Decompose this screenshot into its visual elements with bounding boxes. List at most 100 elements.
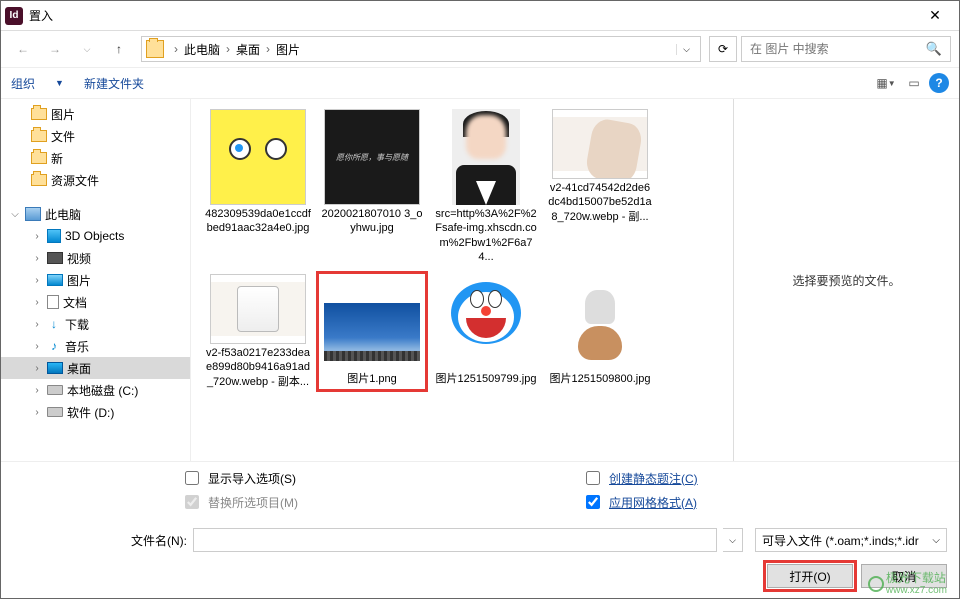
file-name: v2-f53a0217e233deae899d80b9416a91ad_720w… — [205, 346, 311, 389]
back-button[interactable]: ← — [9, 36, 37, 62]
sidebar-item-pictures-lib[interactable]: ›图片 — [1, 269, 190, 291]
preview-text: 选择要预览的文件。 — [792, 272, 900, 289]
3d-objects-icon — [47, 229, 61, 243]
search-icon[interactable]: 🔍 — [926, 41, 942, 57]
folder-icon — [31, 152, 47, 164]
documents-icon — [47, 295, 59, 309]
file-item-selected[interactable]: 图片1.png — [317, 272, 427, 391]
folder-icon — [146, 40, 164, 58]
sidebar-item-videos[interactable]: › 视频 — [1, 247, 190, 269]
breadcrumb-seg[interactable]: 此电脑 — [184, 41, 220, 58]
sidebar-item-label: 软件 (D:) — [67, 404, 114, 421]
sidebar-item-documents[interactable]: ›文档 — [1, 291, 190, 313]
sidebar-item-label: 视频 — [67, 250, 91, 267]
file-thumbnail — [438, 109, 534, 205]
sidebar-item-music[interactable]: ›♪音乐 — [1, 335, 190, 357]
option-show-import[interactable]: 显示导入选项(S) — [181, 468, 542, 488]
file-area: 482309539da0e1ccdfbed91aac32a4e0.jpg 愿你所… — [191, 99, 959, 461]
help-icon[interactable]: ? — [929, 73, 949, 93]
filename-input[interactable] — [193, 528, 717, 552]
checkbox[interactable] — [586, 495, 600, 509]
sidebar-item-drive-d[interactable]: › 软件 (D:) — [1, 401, 190, 423]
folder-icon — [31, 174, 47, 186]
file-name: src=http%3A%2F%2Fsafe-img.xhscdn.com%2Fb… — [433, 207, 539, 264]
sidebar: 图片 文件 新 资源文件 ⌵此电脑 ›3D Objects › 视频 ›图片 ›文… — [1, 99, 191, 461]
file-item[interactable]: v2-f53a0217e233deae899d80b9416a91ad_720w… — [203, 272, 313, 391]
chevron-right-icon[interactable]: › — [31, 319, 43, 330]
place-dialog: Id 置入 ✕ ← → ⌵ ↑ › 此电脑 › 桌面 › 图片 ⌵ ⟳ 🔍 组织… — [0, 0, 960, 599]
organize-dropdown-icon[interactable]: ▼ — [55, 78, 64, 88]
open-button[interactable]: 打开(O) — [767, 564, 853, 588]
file-type-filter[interactable]: 可导入文件 (*.oam;*.inds;*.idr — [755, 528, 947, 552]
checkbox[interactable] — [185, 471, 199, 485]
checkbox[interactable] — [586, 471, 600, 485]
refresh-button[interactable]: ⟳ — [709, 36, 737, 62]
folder-icon — [31, 130, 47, 142]
option-create-static[interactable]: 创建静态题注(C) — [582, 468, 943, 488]
sidebar-item-3dobjects[interactable]: ›3D Objects — [1, 225, 190, 247]
sidebar-item-files[interactable]: 文件 — [1, 125, 190, 147]
preview-pane: 选择要预览的文件。 — [734, 99, 959, 461]
breadcrumb-dropdown[interactable]: ⌵ — [676, 44, 696, 55]
file-thumbnail — [552, 274, 648, 370]
filename-dropdown[interactable]: ⌵ — [723, 528, 743, 552]
cancel-button[interactable]: 取消 — [861, 564, 947, 588]
file-item[interactable]: 图片1251509799.jpg — [431, 272, 541, 391]
sidebar-item-drive-c[interactable]: ›本地磁盘 (C:) — [1, 379, 190, 401]
new-folder-button[interactable]: 新建文件夹 — [84, 75, 144, 92]
file-item[interactable]: 愿你所愿，事与愿随 2020021807010 3_oyhwu.jpg — [317, 107, 427, 266]
file-item[interactable]: 482309539da0e1ccdfbed91aac32a4e0.jpg — [203, 107, 313, 266]
file-thumbnail — [438, 274, 534, 370]
file-item[interactable] — [545, 397, 655, 417]
search-input[interactable] — [748, 41, 944, 57]
sidebar-item-label: 桌面 — [67, 360, 91, 377]
file-item[interactable] — [317, 397, 427, 417]
chevron-right-icon[interactable]: › — [31, 385, 43, 396]
close-button[interactable]: ✕ — [915, 2, 955, 30]
file-item[interactable]: src=http%3A%2F%2Fsafe-img.xhscdn.com%2Fb… — [431, 107, 541, 266]
breadcrumb[interactable]: › 此电脑 › 桌面 › 图片 ⌵ — [141, 36, 701, 62]
filename-row: 文件名(N): ⌵ 可导入文件 (*.oam;*.inds;*.idr — [1, 522, 959, 558]
chevron-right-icon[interactable]: › — [31, 297, 43, 308]
option-apply-grid[interactable]: 应用网格格式(A) — [582, 492, 943, 512]
music-icon: ♪ — [47, 339, 61, 353]
sidebar-item-pictures[interactable]: 图片 — [1, 103, 190, 125]
sidebar-item-downloads[interactable]: ›↓下载 — [1, 313, 190, 335]
file-item[interactable]: 图片1251509800.jpg — [545, 272, 655, 391]
chevron-right-icon[interactable]: › — [31, 253, 43, 264]
sidebar-item-label: 文件 — [51, 128, 75, 145]
nav-bar: ← → ⌵ ↑ › 此电脑 › 桌面 › 图片 ⌵ ⟳ 🔍 — [1, 31, 959, 67]
option-label: 替换所选项目(M) — [208, 494, 298, 511]
file-thumbnail — [210, 274, 306, 344]
thumbnail-area[interactable]: 482309539da0e1ccdfbed91aac32a4e0.jpg 愿你所… — [191, 99, 734, 461]
breadcrumb-seg[interactable]: 图片 — [276, 41, 300, 58]
sidebar-item-desktop[interactable]: › 桌面 — [1, 357, 190, 379]
chevron-right-icon[interactable]: › — [31, 275, 43, 286]
pictures-icon — [47, 274, 63, 286]
search-box[interactable]: 🔍 — [741, 36, 951, 62]
file-name: 图片1.png — [347, 372, 397, 386]
dialog-title: 置入 — [29, 7, 915, 24]
titlebar: Id 置入 ✕ — [1, 1, 959, 31]
organize-button[interactable]: 组织 — [11, 75, 35, 92]
sidebar-item-new[interactable]: 新 — [1, 147, 190, 169]
up-button[interactable]: ↑ — [105, 36, 133, 62]
file-item[interactable]: v2-41cd74542d2de6dc4bd15007be52d1a8_720w… — [545, 107, 655, 266]
file-name: 2020021807010 3_oyhwu.jpg — [319, 207, 425, 236]
preview-pane-button[interactable]: ▭ — [901, 72, 927, 94]
breadcrumb-seg[interactable]: 桌面 — [236, 41, 260, 58]
chevron-right-icon[interactable]: › — [31, 363, 43, 374]
file-name: 图片1251509799.jpg — [436, 372, 537, 386]
checkbox — [185, 495, 199, 509]
file-item[interactable] — [203, 397, 313, 417]
chevron-right-icon[interactable]: › — [31, 341, 43, 352]
sidebar-item-resources[interactable]: 资源文件 — [1, 169, 190, 191]
sidebar-item-label: 下载 — [65, 316, 89, 333]
view-options-button[interactable]: ▦ ▼ — [873, 72, 899, 94]
chevron-down-icon[interactable]: ⌵ — [9, 209, 21, 220]
breadcrumb-sep: › — [174, 42, 178, 56]
chevron-right-icon[interactable]: › — [31, 231, 43, 242]
recent-dropdown[interactable]: ⌵ — [73, 36, 101, 62]
sidebar-item-thispc[interactable]: ⌵此电脑 — [1, 203, 190, 225]
chevron-right-icon[interactable]: › — [31, 407, 43, 418]
